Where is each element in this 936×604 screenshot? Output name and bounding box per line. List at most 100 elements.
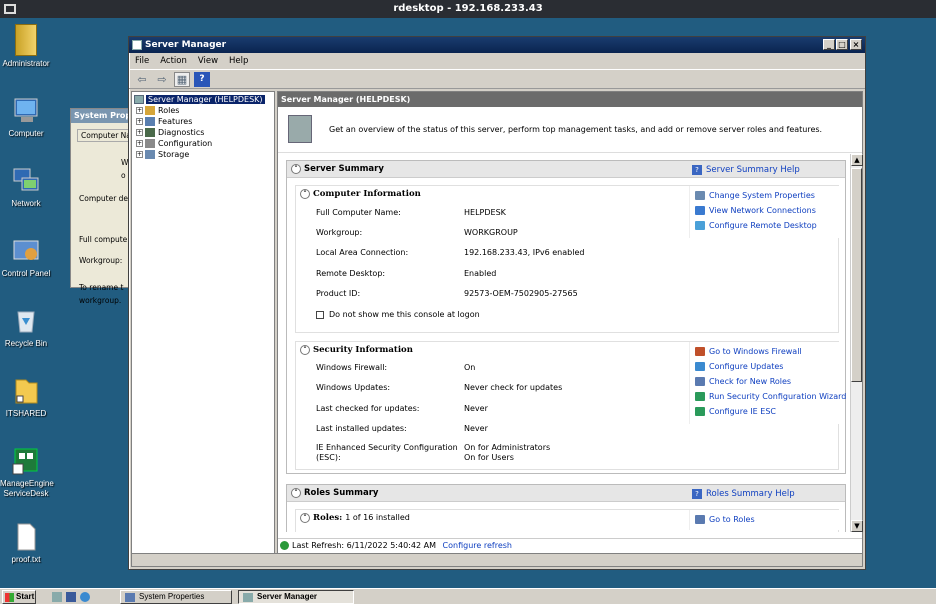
collapse-icon[interactable]: ˄ bbox=[300, 513, 310, 523]
close-button[interactable]: × bbox=[850, 39, 862, 50]
tree-item-configuration[interactable]: + Configuration bbox=[132, 138, 274, 149]
expand-icon[interactable]: + bbox=[136, 140, 143, 147]
menu-action[interactable]: Action bbox=[160, 53, 187, 69]
expand-icon[interactable]: + bbox=[136, 129, 143, 136]
info-label: Remote Desktop: bbox=[316, 269, 386, 278]
tree-root[interactable]: Server Manager (HELPDESK) bbox=[132, 94, 274, 105]
roles-summary-title: Roles Summary bbox=[304, 488, 379, 498]
computer-info-links: Change System Properties View Network Co… bbox=[689, 186, 839, 238]
configuration-icon bbox=[145, 139, 155, 148]
desktop-icon-control-panel[interactable]: Control Panel bbox=[0, 236, 52, 279]
menu-bar: File Action View Help bbox=[129, 53, 865, 69]
collapse-icon[interactable]: ˄ bbox=[291, 164, 301, 174]
security-label: Windows Firewall: bbox=[316, 363, 388, 372]
configure-refresh-link[interactable]: Configure refresh bbox=[443, 541, 512, 550]
network-connections-icon bbox=[695, 206, 705, 215]
taskbar-system-properties[interactable]: System Properties bbox=[120, 590, 232, 604]
expand-icon[interactable]: + bbox=[136, 151, 143, 158]
info-label: Full Computer Name: bbox=[316, 208, 401, 217]
user-folder-icon bbox=[15, 24, 37, 56]
tree-item-diagnostics[interactable]: + Diagnostics bbox=[132, 127, 274, 138]
server-summary-section: ˄ Server Summary ? Server Summary Help ˄ … bbox=[286, 160, 846, 474]
window-titlebar[interactable]: Server Manager _ □ × bbox=[129, 37, 865, 53]
features-icon bbox=[145, 117, 155, 126]
info-label: Product ID: bbox=[316, 289, 361, 298]
go-to-windows-firewall-link[interactable]: Go to Windows Firewall bbox=[693, 344, 839, 359]
desktop-icon-network[interactable]: Network bbox=[0, 166, 52, 209]
server-manager-quicklaunch-icon[interactable] bbox=[52, 592, 62, 602]
menu-help[interactable]: Help bbox=[229, 53, 248, 69]
tree-item-roles[interactable]: + Roles bbox=[132, 105, 274, 116]
refresh-icon[interactable] bbox=[280, 541, 289, 550]
desktop-icon-administrator[interactable]: Administrator bbox=[0, 24, 52, 69]
desktop-icon-proof-txt[interactable]: proof.txt bbox=[0, 522, 52, 565]
start-button[interactable]: Start bbox=[2, 590, 36, 604]
taskbar-server-manager[interactable]: Server Manager bbox=[238, 590, 354, 604]
powershell-quicklaunch-icon[interactable] bbox=[66, 592, 76, 602]
roles-summary-header[interactable]: ˄ Roles Summary ? Roles Summary Help bbox=[287, 485, 845, 502]
refresh-status-bar: Last Refresh: 6/11/2022 5:40:42 AM Confi… bbox=[278, 538, 862, 552]
vertical-scrollbar[interactable]: ▲ ▼ bbox=[850, 154, 863, 532]
logon-checkbox-row[interactable]: Do not show me this console at logon bbox=[316, 310, 480, 319]
security-value: On bbox=[464, 363, 476, 372]
scroll-up-icon[interactable]: ▲ bbox=[851, 154, 863, 166]
internet-explorer-icon[interactable] bbox=[80, 592, 90, 602]
check-for-new-roles-link[interactable]: Check for New Roles bbox=[693, 374, 839, 389]
rdesktop-title: rdesktop - 192.168.233.43 bbox=[393, 3, 543, 14]
run-security-configuration-wizard-link[interactable]: Run Security Configuration Wizard bbox=[693, 389, 846, 404]
info-label: Workgroup: bbox=[316, 228, 363, 237]
scroll-down-icon[interactable]: ▼ bbox=[851, 520, 863, 532]
server-summary-header[interactable]: ˄ Server Summary ? Server Summary Help bbox=[287, 161, 845, 178]
network-icon bbox=[11, 166, 41, 196]
configure-ie-esc-link[interactable]: Configure IE ESC bbox=[693, 404, 839, 419]
content-scroll-area[interactable]: ˄ Server Summary ? Server Summary Help ˄ … bbox=[278, 154, 852, 532]
esc-label-1: IE Enhanced Security Configuration bbox=[316, 443, 458, 452]
desktop-icon-recycle-bin[interactable]: Recycle Bin bbox=[0, 306, 52, 349]
navigation-tree: Server Manager (HELPDESK) + Roles + Feat… bbox=[131, 91, 275, 565]
go-to-roles-link[interactable]: Go to Roles bbox=[693, 512, 839, 527]
back-icon[interactable]: ⇦ bbox=[134, 72, 150, 87]
expand-icon[interactable]: + bbox=[136, 107, 143, 114]
server-icon bbox=[288, 115, 312, 143]
help-icon[interactable]: ? bbox=[194, 71, 210, 87]
collapse-icon[interactable]: ˄ bbox=[300, 189, 310, 199]
info-value: Enabled bbox=[464, 269, 497, 278]
tree-item-storage[interactable]: + Storage bbox=[132, 149, 274, 160]
maximize-button[interactable]: □ bbox=[836, 39, 848, 50]
collapse-icon[interactable]: ˄ bbox=[291, 488, 301, 498]
manageengine-icon bbox=[11, 446, 41, 476]
desktop-icon-computer[interactable]: Computer bbox=[0, 96, 52, 139]
view-network-connections-link[interactable]: View Network Connections bbox=[693, 203, 839, 218]
roles-summary-help-link[interactable]: ? Roles Summary Help bbox=[692, 486, 795, 503]
esc-value-1: On for Administrators bbox=[464, 443, 551, 452]
firewall-icon bbox=[695, 347, 705, 356]
menu-file[interactable]: File bbox=[135, 53, 149, 69]
menu-view[interactable]: View bbox=[198, 53, 218, 69]
configure-updates-link[interactable]: Configure Updates bbox=[693, 359, 839, 374]
windows-flag-icon bbox=[5, 593, 14, 602]
desktop-icon-itshared[interactable]: ITSHARED bbox=[0, 376, 52, 419]
logon-checkbox[interactable] bbox=[316, 310, 324, 319]
collapse-icon[interactable]: ˄ bbox=[300, 345, 310, 355]
rdesktop-menu-icon[interactable] bbox=[4, 4, 16, 14]
configure-remote-desktop-link[interactable]: Configure Remote Desktop bbox=[693, 218, 839, 233]
main-pane-header: Server Manager (HELPDESK) bbox=[278, 92, 862, 107]
roles-count: 1 of 16 installed bbox=[345, 513, 410, 522]
server-manager-window[interactable]: Server Manager _ □ × File Action View He… bbox=[128, 36, 866, 570]
change-system-properties-link[interactable]: Change System Properties bbox=[693, 188, 839, 203]
tree-item-features[interactable]: + Features bbox=[132, 116, 274, 127]
security-links: Go to Windows Firewall Configure Updates… bbox=[689, 342, 846, 424]
toolbar: ⇦ ⇨ ▦ ? bbox=[129, 69, 865, 89]
server-manager-icon bbox=[134, 95, 144, 104]
forward-icon[interactable]: ⇨ bbox=[154, 72, 170, 87]
minimize-button[interactable]: _ bbox=[823, 39, 835, 50]
window-status-bar bbox=[131, 553, 863, 567]
expand-icon[interactable]: + bbox=[136, 118, 143, 125]
security-value: Never bbox=[464, 404, 488, 413]
server-summary-help-link[interactable]: ? Server Summary Help bbox=[692, 162, 800, 179]
desktop-icon-manageengine[interactable]: ManageEngine ServiceDesk bbox=[0, 446, 54, 499]
show-hide-tree-icon[interactable]: ▦ bbox=[174, 71, 190, 87]
server-manager-icon bbox=[243, 593, 253, 602]
scroll-thumb[interactable] bbox=[851, 168, 862, 382]
info-value: WORKGROUP bbox=[464, 228, 518, 237]
